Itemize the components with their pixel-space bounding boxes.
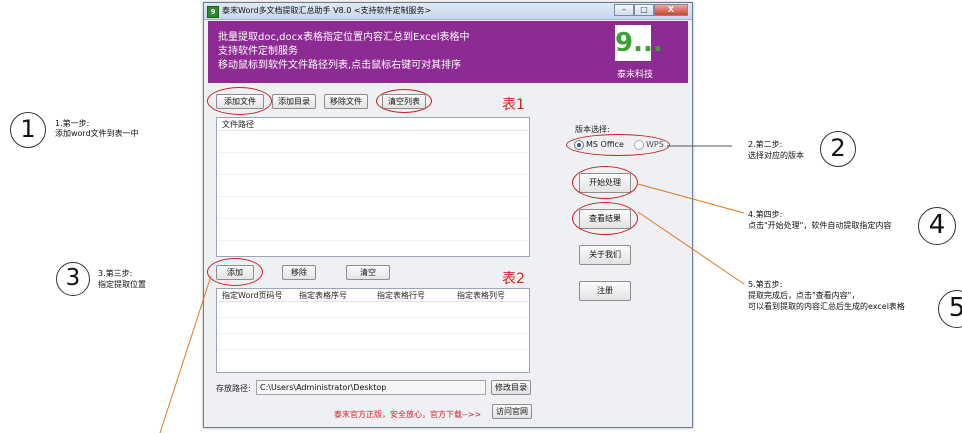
leader-line-step3 [159, 275, 212, 433]
step4-desc: 点击"开始处理"，软件自动提取指定内容 [748, 221, 892, 230]
step1-title: 1.第一步: [55, 119, 90, 128]
annotation-leader-lines [159, 145, 745, 433]
step5-desc-line2: 可以看到提取的内容汇总后生成的excel表格 [748, 302, 905, 311]
leader-line-step5 [637, 211, 745, 285]
step1-desc: 添加word文件到表一中 [55, 129, 139, 138]
step3-desc: 指定提取位置 [98, 280, 146, 289]
step1-circle: 1 [10, 112, 46, 148]
step2-circle: 2 [820, 131, 856, 167]
leader-line-step4 [637, 183, 745, 214]
step5-title: 5.第五步: [748, 280, 783, 289]
step3-circle: 3 [56, 262, 90, 296]
step4-circle: 4 [918, 207, 956, 245]
step4-title: 4.第四步: [748, 210, 783, 219]
step5-desc-line1: 提取完成后，点击"查看内容"， [748, 291, 860, 300]
step3-title: 3.第三步: [98, 269, 133, 278]
step2-title: 2.第二步: [748, 140, 783, 149]
step2-desc: 选择对应的版本 [748, 151, 804, 160]
